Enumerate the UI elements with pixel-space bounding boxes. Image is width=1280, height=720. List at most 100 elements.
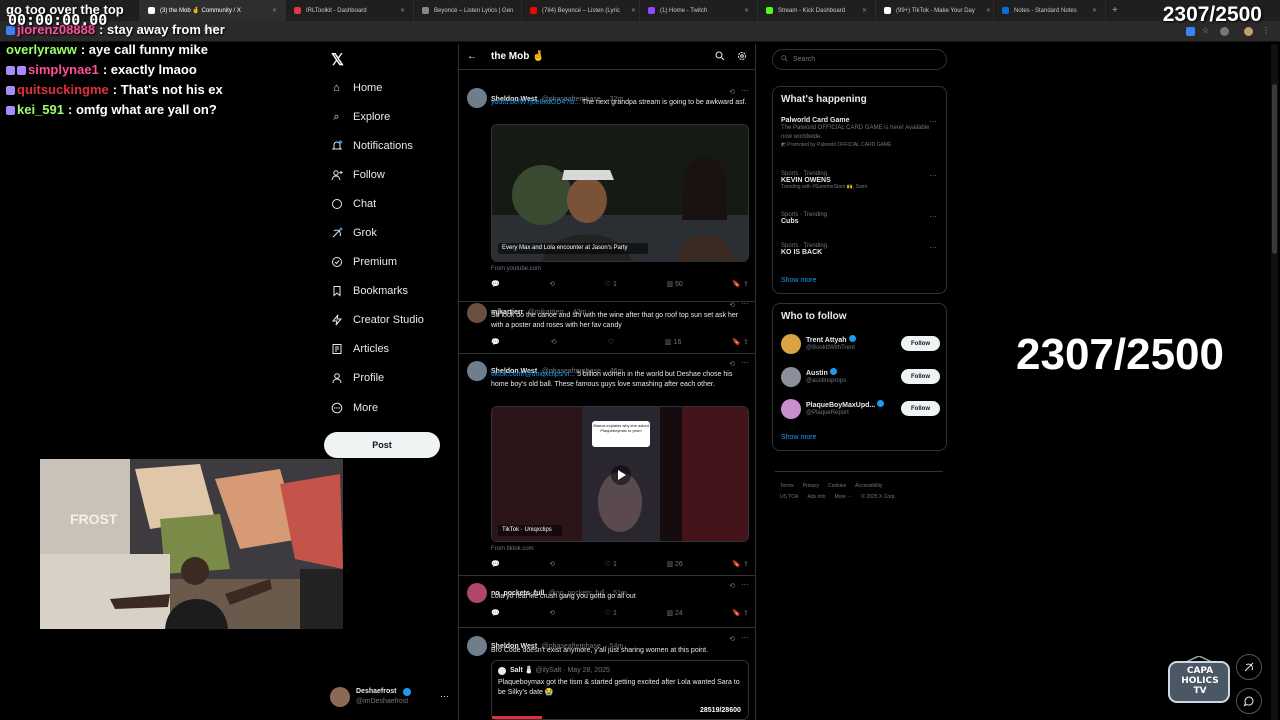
footer-link[interactable]: Ads info	[807, 494, 825, 500]
browser-tab[interactable]: Notes - Standard Notes ✕	[994, 0, 1106, 21]
close-tab-icon[interactable]: ✕	[266, 7, 277, 14]
tweet[interactable]: Sheldon West @phaseafterphase · 32m ⟲ ⋯ …	[459, 80, 755, 302]
bookmark-icon[interactable]: 🔖	[732, 339, 741, 346]
share-icon[interactable]: ⇪	[743, 339, 749, 346]
more-icon[interactable]: ⋯	[929, 243, 937, 252]
tweet[interactable]: Sheldon West @phaseafterphase · 46m ⟲ ⋯ …	[459, 354, 755, 576]
tweet-link[interactable]: tiktok.com/@uniqxclips/vi...	[491, 371, 575, 378]
grok-icon[interactable]: ⟲	[729, 301, 735, 309]
reply-icon[interactable]: 💬	[491, 280, 500, 290]
follow-suggestion[interactable]: Austin @austinsprops Follow	[781, 367, 943, 389]
follow-suggestion[interactable]: Trent Attyah @BookItWithTrent Follow	[781, 334, 943, 356]
footer-link[interactable]: US TOA	[780, 494, 798, 500]
views-button[interactable]: ▥ 26	[666, 560, 682, 570]
more-icon[interactable]: ⋯	[741, 358, 749, 367]
footer-link[interactable]: Privacy	[803, 483, 819, 489]
grok-icon[interactable]: ⟲	[729, 88, 735, 96]
like-button[interactable]: ♡ 1	[605, 560, 617, 570]
tweet-link[interactable]: youtu.be/W7joe8xdGD4?si...	[491, 99, 580, 106]
tweet-video-media[interactable]: Every Max and Lola encounter at Jason's …	[491, 124, 749, 262]
browser-tab[interactable]: Stream - Kick Dashboard ✕	[758, 0, 876, 21]
footer-link[interactable]: Terms	[780, 483, 794, 489]
nav-notifications[interactable]: Notifications	[330, 136, 413, 156]
show-more-link[interactable]: Show more	[781, 434, 816, 441]
tweet-video-media[interactable]: Bianca explains why she asked Plaqueboym…	[491, 406, 749, 542]
follow-button[interactable]: Follow	[901, 401, 940, 416]
more-icon[interactable]: ⋯	[440, 691, 449, 702]
nav-grok[interactable]: Grok	[330, 223, 377, 243]
bookmark-and-share[interactable]: 🔖 ⇪	[732, 280, 749, 290]
page-scrollbar[interactable]	[1271, 44, 1278, 720]
repost-icon[interactable]: ⟲	[549, 609, 555, 619]
bookmark-and-share[interactable]: 🔖 ⇪	[732, 560, 749, 570]
nav-explore[interactable]: ⌕ Explore	[330, 107, 390, 127]
close-tab-icon[interactable]: ✕	[856, 7, 867, 14]
views-button[interactable]: ▥ 50	[666, 280, 682, 290]
more-icon[interactable]: ⋯	[929, 212, 937, 221]
repost-icon[interactable]: ⟲	[549, 280, 555, 290]
reply-icon[interactable]: 💬	[491, 609, 500, 619]
bookmark-icon[interactable]: 🔖	[732, 561, 741, 568]
bookmark-and-share[interactable]: 🔖 ⇪	[732, 609, 749, 619]
tweet[interactable]: no_pockets_full @no_pockets_full · 51m ⟲…	[459, 576, 755, 628]
nav-bookmarks[interactable]: Bookmarks	[330, 281, 408, 301]
trend-item[interactable]: Sports · Trending KO IS BACK	[781, 243, 827, 256]
like-button[interactable]: ♡ 1	[605, 280, 617, 290]
nav-follow[interactable]: Follow	[330, 165, 385, 185]
quote-author[interactable]: Salt 🧂	[510, 667, 534, 674]
grok-compose-icon[interactable]	[1236, 654, 1262, 680]
messages-icon[interactable]	[1236, 688, 1262, 714]
more-icon[interactable]: ⋯	[741, 86, 749, 95]
more-icon[interactable]: ⋯	[929, 117, 937, 126]
footer-link[interactable]: More ···	[835, 494, 853, 500]
nav-creator-studio[interactable]: Creator Studio	[330, 310, 424, 330]
tweet[interactable]: mjkartierr @mjkartierr · 42m ⟲ ⋯ So look…	[459, 296, 755, 354]
trend-item[interactable]: Palworld Card Game The Palworld OFFICIAL…	[781, 117, 931, 148]
bookmark-and-share[interactable]: 🔖 ⇪	[732, 338, 749, 348]
reply-icon[interactable]: 💬	[491, 338, 500, 348]
repost-icon[interactable]: ⟲	[549, 560, 555, 570]
nav-articles[interactable]: Articles	[330, 339, 389, 359]
repost-icon[interactable]: ⟲	[551, 338, 557, 348]
browser-tab[interactable]: Beyoncé – Listen Lyrics | Gen✕	[414, 0, 522, 21]
browser-tab[interactable]: (1) Home - Twitch ✕	[640, 0, 758, 21]
views-button[interactable]: ▥ 24	[666, 609, 682, 619]
search-input[interactable]: Search	[772, 49, 947, 70]
more-icon[interactable]: ⋯	[741, 633, 749, 642]
search-icon[interactable]	[715, 51, 725, 64]
more-icon[interactable]: ⋯	[741, 580, 749, 589]
share-icon[interactable]: ⇪	[743, 561, 749, 568]
reply-icon[interactable]: 💬	[491, 560, 500, 570]
share-icon[interactable]: ⇪	[743, 610, 749, 617]
settings-gear-icon[interactable]	[737, 51, 747, 64]
close-tab-icon[interactable]: ✕	[738, 7, 749, 14]
nav-home[interactable]: ⌂ Home	[330, 78, 382, 98]
star-icon[interactable]: ☆	[1202, 26, 1211, 35]
scrollbar-thumb[interactable]	[1272, 84, 1277, 254]
close-tab-icon[interactable]: ✕	[394, 7, 405, 14]
profile-icon[interactable]	[1244, 27, 1253, 36]
close-tab-icon[interactable]: ✕	[980, 7, 991, 14]
more-icon[interactable]: ⋯	[741, 299, 749, 308]
trend-item[interactable]: Sports · Trending Cubs	[781, 212, 827, 225]
extension-icon[interactable]	[1186, 27, 1195, 36]
browser-tab[interactable]: (784) Beyoncé – Listen (Lyric ✕	[522, 0, 640, 21]
account-switcher[interactable]: Deshaefrost @imDeshaefrost ⋯	[330, 687, 450, 709]
menu-icon[interactable]: ⋮	[1262, 26, 1271, 35]
post-button[interactable]: Post	[324, 432, 440, 458]
views-button[interactable]: ▥ 16	[665, 338, 681, 348]
follow-button[interactable]: Follow	[901, 336, 940, 351]
bookmark-icon[interactable]: 🔖	[732, 610, 741, 617]
footer-link[interactable]: Accessibility	[855, 483, 882, 489]
close-tab-icon[interactable]: ✕	[1086, 7, 1097, 14]
grok-icon[interactable]: ⟲	[729, 635, 735, 643]
more-icon[interactable]: ⋯	[929, 171, 937, 180]
grok-icon[interactable]: ⟲	[729, 582, 735, 590]
grok-icon[interactable]: ⟲	[729, 360, 735, 368]
back-arrow-icon[interactable]: ←	[467, 51, 477, 62]
bookmark-icon[interactable]: 🔖	[732, 281, 741, 288]
like-icon[interactable]: ♡	[608, 338, 614, 348]
follow-suggestion[interactable]: PlaqueBoyMaxUpd... @PlaqueReport Follow	[781, 399, 943, 421]
nav-premium[interactable]: Premium	[330, 252, 397, 272]
nav-chat[interactable]: Chat	[330, 194, 376, 214]
